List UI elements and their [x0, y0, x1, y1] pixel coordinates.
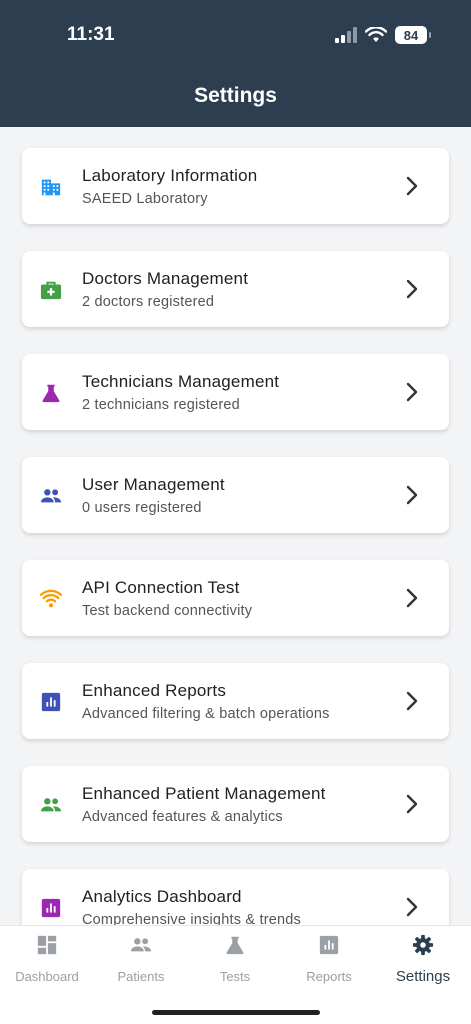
- settings-item-doctors-management[interactable]: Doctors Management 2 doctors registered: [22, 251, 449, 327]
- settings-item-title: Enhanced Reports: [82, 681, 227, 700]
- signal-icon: [335, 27, 357, 43]
- tab-label: Settings: [395, 968, 451, 985]
- settings-item-subtitle: Advanced features & analytics: [82, 809, 283, 825]
- wifi-status-icon: [365, 27, 387, 42]
- settings-item-laboratory-information[interactable]: Laboratory Information SAEED Laboratory: [22, 148, 449, 224]
- settings-item-title: Analytics Dashboard: [82, 887, 242, 906]
- settings-item-title: User Management: [82, 475, 225, 494]
- settings-item-technicians-management[interactable]: Technicians Management 2 technicians reg…: [22, 354, 449, 430]
- settings-item-title: Technicians Management: [82, 372, 280, 391]
- flask-icon: [226, 936, 244, 955]
- gear-icon: [412, 934, 434, 956]
- settings-item-subtitle: 2 doctors registered: [82, 294, 215, 310]
- people-icon: [130, 938, 152, 952]
- settings-item-analytics-dashboard[interactable]: Analytics Dashboard Comprehensive insigh…: [22, 869, 449, 925]
- medical-bag-icon: [40, 281, 62, 300]
- people-icon: [40, 798, 62, 812]
- home-indicator: [152, 1010, 320, 1015]
- settings-item-enhanced-reports[interactable]: Enhanced Reports Advanced filtering & ba…: [22, 663, 449, 739]
- settings-item-title: Doctors Management: [82, 269, 249, 288]
- chevron-right-icon: [406, 897, 418, 917]
- page-title: Settings: [194, 84, 277, 107]
- chart-box-icon: [41, 692, 61, 712]
- tab-tests[interactable]: Tests: [188, 934, 282, 984]
- settings-item-user-management[interactable]: User Management 0 users registered: [22, 457, 449, 533]
- settings-list[interactable]: Laboratory Information SAEED Laboratory …: [0, 127, 471, 925]
- chevron-right-icon: [406, 279, 418, 299]
- settings-item-title: Laboratory Information: [82, 166, 258, 185]
- chart-box-icon: [319, 935, 339, 955]
- chevron-right-icon: [406, 794, 418, 814]
- status-icons: 84: [335, 24, 431, 46]
- settings-item-subtitle: Advanced filtering & batch operations: [82, 706, 330, 722]
- settings-item-subtitle: SAEED Laboratory: [82, 191, 208, 207]
- tab-dashboard[interactable]: Dashboard: [0, 934, 94, 984]
- tab-reports[interactable]: Reports: [282, 934, 376, 984]
- chevron-right-icon: [406, 691, 418, 711]
- people-icon: [40, 489, 62, 503]
- tab-label: Dashboard: [15, 969, 79, 984]
- wifi-icon: [40, 589, 62, 608]
- chevron-right-icon: [406, 588, 418, 608]
- battery-icon: 84: [395, 26, 431, 44]
- tab-label: Tests: [219, 969, 251, 984]
- flask-icon: [42, 384, 60, 403]
- building-icon: [41, 179, 61, 196]
- tab-label: Patients: [117, 969, 165, 984]
- settings-item-subtitle: 0 users registered: [82, 500, 202, 516]
- chevron-right-icon: [406, 485, 418, 505]
- settings-item-subtitle: Comprehensive insights & trends: [82, 912, 301, 925]
- settings-item-subtitle: 2 technicians registered: [82, 397, 240, 413]
- dashboard-icon: [37, 935, 57, 955]
- status-time: 11:31: [67, 24, 115, 45]
- chart-box-icon: [41, 898, 61, 918]
- chevron-right-icon: [406, 176, 418, 196]
- settings-item-title: API Connection Test: [82, 578, 240, 597]
- tab-settings[interactable]: Settings: [376, 934, 470, 985]
- settings-item-subtitle: Test backend connectivity: [82, 603, 253, 619]
- settings-item-api-connection-test[interactable]: API Connection Test Test backend connect…: [22, 560, 449, 636]
- tab-label: Reports: [306, 969, 352, 984]
- app-header: 11:31 84 Settings: [0, 0, 471, 127]
- settings-item-title: Enhanced Patient Management: [82, 784, 326, 803]
- tab-patients[interactable]: Patients: [94, 934, 188, 984]
- chevron-right-icon: [406, 382, 418, 402]
- settings-item-enhanced-patient-management[interactable]: Enhanced Patient Management Advanced fea…: [22, 766, 449, 842]
